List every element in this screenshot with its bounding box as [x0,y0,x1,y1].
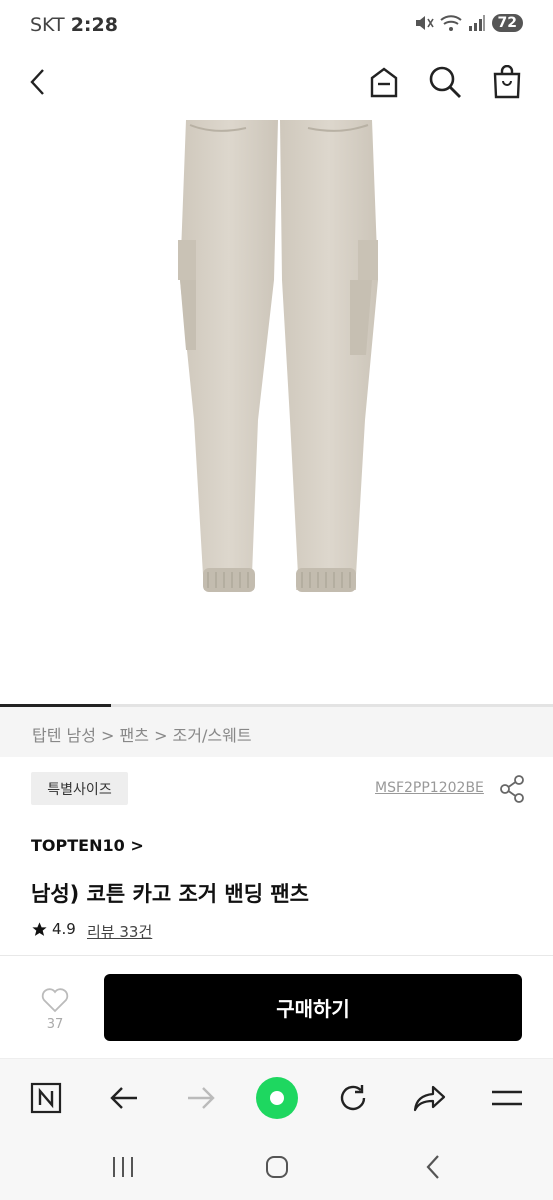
android-back-button[interactable] [408,1145,458,1189]
recents-icon [113,1157,133,1177]
back-arrow-icon [110,1087,137,1109]
back-icon [426,1155,439,1179]
share-button[interactable] [497,774,527,804]
recents-button[interactable] [98,1145,148,1189]
share-icon [500,775,524,803]
browser-back-button[interactable] [99,1073,149,1123]
rating-value: 4.9 [52,920,76,938]
chevron-left-icon [30,69,44,95]
special-size-badge: 특별사이즈 [31,772,128,805]
product-image[interactable] [0,120,553,705]
product-title: 남성) 코튼 카고 조거 밴딩 팬츠 [31,882,309,906]
menu-icon [492,1090,522,1106]
clock: 2:28 [70,14,118,36]
pants-image [178,120,378,592]
home-icon [370,67,398,98]
refresh-icon [340,1085,366,1111]
browser-menu-button[interactable] [482,1073,532,1123]
refresh-button[interactable] [328,1073,378,1123]
star-icon [32,921,47,936]
home-button[interactable] [364,62,404,102]
carrier-label: SKT [30,14,65,36]
mute-icon [415,16,434,30]
back-button[interactable] [18,62,58,102]
wifi-icon [439,15,462,31]
brand-link[interactable]: TOPTEN10 > [31,836,144,855]
green-dot-button[interactable] [252,1073,302,1123]
browser-forward-button[interactable] [176,1073,226,1123]
naver-n-icon [30,1082,62,1114]
home-circle-icon [266,1156,288,1178]
status-icons: 72 [414,14,523,32]
divider [0,955,553,956]
search-button[interactable] [425,62,465,102]
like-count: 37 [46,1017,64,1032]
android-home-button[interactable] [252,1145,302,1189]
search-icon [429,66,461,98]
heart-icon [41,988,69,1013]
share-arrow-icon [413,1085,446,1112]
review-count-link[interactable]: 리뷰 33건 [87,921,152,942]
rating: 4.9 [31,920,76,938]
signal-icon [468,15,485,31]
shopping-bag-icon [493,65,521,99]
naver-button[interactable] [21,1073,71,1123]
breadcrumb[interactable]: 탑텐 남성 > 팬츠 > 조거/스웨트 [32,722,252,746]
green-dot-icon [256,1077,298,1119]
status-bar: SKT 2:28 72 [0,0,553,52]
carrier-time: SKT 2:28 [30,14,118,36]
buy-button[interactable]: 구매하기 [104,974,522,1041]
forward-arrow-icon [188,1087,215,1109]
battery-badge: 72 [491,14,523,32]
browser-share-button[interactable] [405,1073,455,1123]
cart-button[interactable] [487,62,527,102]
product-code[interactable]: MSF2PP1202BE [375,780,484,796]
